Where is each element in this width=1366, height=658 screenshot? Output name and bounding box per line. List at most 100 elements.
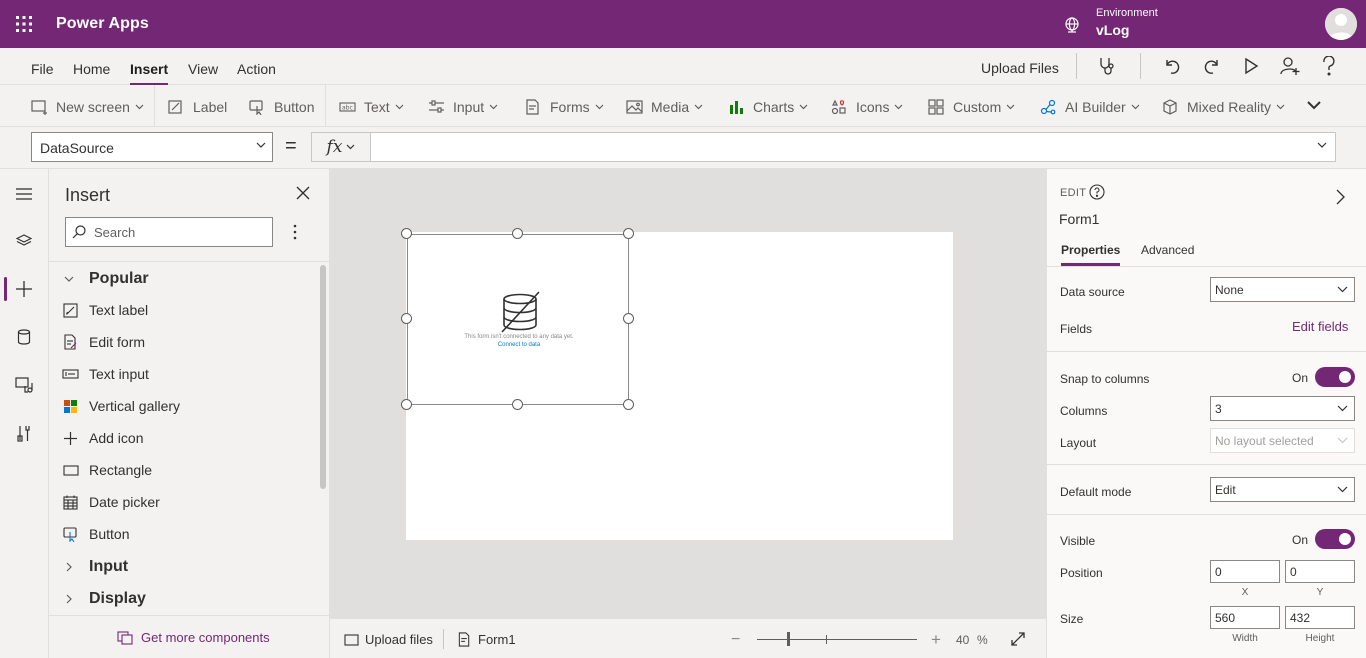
form1-tab[interactable]: Form1 bbox=[457, 632, 516, 647]
connect-to-data-link[interactable]: Connect to data bbox=[408, 342, 630, 348]
category-popular[interactable]: Popular bbox=[63, 270, 149, 288]
zoom-slider-track[interactable] bbox=[757, 639, 917, 640]
insert-input-dropdown[interactable]: Input bbox=[428, 97, 498, 117]
form-control[interactable]: This form isn't connected to any data ye… bbox=[407, 234, 629, 405]
resize-handle-bottom[interactable] bbox=[512, 399, 523, 410]
default-mode-dropdown[interactable]: Edit bbox=[1210, 477, 1355, 502]
app-checker-stethoscope-icon[interactable] bbox=[1098, 56, 1118, 76]
insert-mixed-reality-dropdown[interactable]: Mixed Reality bbox=[1162, 97, 1285, 117]
close-icon[interactable] bbox=[296, 186, 310, 200]
canvas-area[interactable]: This form isn't connected to any data ye… bbox=[330, 169, 1046, 618]
zoom-unit: % bbox=[977, 633, 988, 647]
insert-custom-dropdown[interactable]: Custom bbox=[928, 97, 1015, 117]
divider bbox=[1047, 266, 1366, 267]
insert-item-add-icon[interactable]: Add icon bbox=[62, 430, 143, 446]
expand-formula-chevron-icon[interactable] bbox=[1317, 142, 1327, 148]
data-source-dropdown[interactable]: None bbox=[1210, 277, 1355, 302]
visible-toggle[interactable] bbox=[1315, 529, 1355, 549]
resize-handle-right[interactable] bbox=[623, 313, 634, 324]
equals-sign: = bbox=[285, 135, 297, 157]
insert-label-button[interactable]: Label bbox=[168, 97, 227, 117]
upload-files-tab[interactable]: Upload files bbox=[344, 632, 433, 647]
insert-item-date-picker[interactable]: Date picker bbox=[62, 494, 160, 510]
insert-item-button[interactable]: Button bbox=[62, 526, 129, 542]
columns-dropdown[interactable]: 3 bbox=[1210, 396, 1355, 421]
upload-files-button[interactable]: Upload Files bbox=[981, 60, 1059, 76]
insert-item-text-label[interactable]: Text label bbox=[62, 302, 148, 318]
media-library-icon[interactable] bbox=[0, 365, 48, 405]
zoom-slider-thumb[interactable] bbox=[787, 632, 790, 646]
app-launcher-waffle-icon[interactable] bbox=[14, 14, 34, 34]
insert-plus-icon[interactable] bbox=[0, 269, 48, 309]
zoom-level[interactable]: 40 bbox=[956, 633, 969, 647]
insert-icons-dropdown[interactable]: Icons bbox=[831, 97, 903, 117]
undo-icon[interactable] bbox=[1163, 57, 1181, 75]
environment-globe-icon[interactable] bbox=[1063, 16, 1081, 34]
share-user-icon[interactable] bbox=[1280, 56, 1300, 76]
insert-item-edit-form[interactable]: Edit form bbox=[62, 334, 145, 350]
data-cylinder-icon[interactable] bbox=[0, 317, 48, 357]
edit-fields-link[interactable]: Edit fields bbox=[1292, 319, 1348, 334]
position-y-input[interactable] bbox=[1285, 560, 1355, 583]
app-title[interactable]: Power Apps bbox=[56, 15, 149, 33]
ribbon-expand-chevron-icon[interactable] bbox=[1306, 100, 1322, 110]
insert-media-dropdown[interactable]: Media bbox=[626, 97, 703, 117]
property-dropdown[interactable]: DataSource bbox=[31, 132, 273, 162]
get-more-components-link[interactable]: Get more components bbox=[117, 630, 270, 645]
formula-input[interactable] bbox=[370, 132, 1336, 162]
category-display[interactable]: Display bbox=[63, 590, 146, 608]
resize-handle-bottom-left[interactable] bbox=[401, 399, 412, 410]
columns-value: 3 bbox=[1215, 402, 1222, 416]
insert-panel-scrollbar[interactable] bbox=[320, 265, 326, 489]
divider bbox=[1140, 53, 1141, 79]
insert-search-box[interactable] bbox=[65, 217, 273, 247]
height-input[interactable] bbox=[1285, 606, 1355, 629]
fit-to-window-icon[interactable] bbox=[1010, 631, 1026, 647]
category-input[interactable]: Input bbox=[63, 558, 128, 576]
help-circle-icon[interactable] bbox=[1089, 184, 1105, 200]
menu-insert[interactable]: Insert bbox=[130, 61, 169, 86]
redo-icon[interactable] bbox=[1203, 57, 1221, 75]
insert-item-text-input[interactable]: Text input bbox=[62, 366, 149, 382]
y-caption: Y bbox=[1316, 587, 1324, 598]
resize-handle-bottom-right[interactable] bbox=[623, 399, 634, 410]
insert-charts-dropdown[interactable]: Charts bbox=[728, 97, 808, 117]
new-screen-button[interactable]: New screen bbox=[31, 97, 144, 117]
tree-view-layers-icon[interactable] bbox=[0, 221, 48, 261]
gallery-icon bbox=[62, 398, 79, 414]
play-preview-icon[interactable] bbox=[1242, 57, 1260, 75]
width-caption: Width bbox=[1232, 633, 1258, 644]
insert-item-vertical-gallery[interactable]: Vertical gallery bbox=[62, 398, 180, 414]
insert-item-rectangle[interactable]: Rectangle bbox=[62, 462, 152, 478]
zoom-out-button[interactable]: − bbox=[731, 631, 740, 649]
mixed-reality-dropdown-label: Mixed Reality bbox=[1187, 99, 1272, 115]
button-button-label: Button bbox=[274, 99, 315, 115]
resize-handle-top-left[interactable] bbox=[401, 228, 412, 239]
position-x-input[interactable] bbox=[1210, 560, 1280, 583]
tab-advanced[interactable]: Advanced bbox=[1141, 243, 1194, 257]
snap-to-columns-toggle[interactable] bbox=[1315, 367, 1355, 387]
menu-view[interactable]: View bbox=[188, 61, 218, 77]
insert-forms-dropdown[interactable]: Forms bbox=[525, 97, 604, 117]
more-options-icon[interactable] bbox=[293, 224, 297, 240]
resize-handle-top[interactable] bbox=[512, 228, 523, 239]
advanced-tools-icon[interactable] bbox=[0, 413, 48, 453]
insert-ai-builder-dropdown[interactable]: AI Builder bbox=[1040, 97, 1140, 117]
insert-text-dropdown[interactable]: abc Text bbox=[339, 97, 404, 117]
function-fx-button[interactable]: fx bbox=[311, 132, 371, 162]
help-question-icon[interactable] bbox=[1322, 56, 1336, 76]
zoom-in-button[interactable]: + bbox=[931, 630, 941, 650]
search-input[interactable] bbox=[94, 224, 264, 240]
menu-action[interactable]: Action bbox=[237, 61, 276, 77]
resize-handle-left[interactable] bbox=[401, 313, 412, 324]
menu-home[interactable]: Home bbox=[73, 61, 110, 77]
environment-name[interactable]: vLog bbox=[1096, 22, 1129, 38]
hamburger-menu-icon[interactable] bbox=[0, 174, 48, 214]
collapse-pane-chevron-icon[interactable] bbox=[1336, 189, 1345, 205]
width-input[interactable] bbox=[1210, 606, 1280, 629]
user-avatar[interactable] bbox=[1325, 8, 1357, 40]
insert-button-button[interactable]: Button bbox=[249, 97, 314, 117]
resize-handle-top-right[interactable] bbox=[623, 228, 634, 239]
tab-properties[interactable]: Properties bbox=[1061, 243, 1121, 266]
menu-file[interactable]: File bbox=[31, 61, 54, 77]
